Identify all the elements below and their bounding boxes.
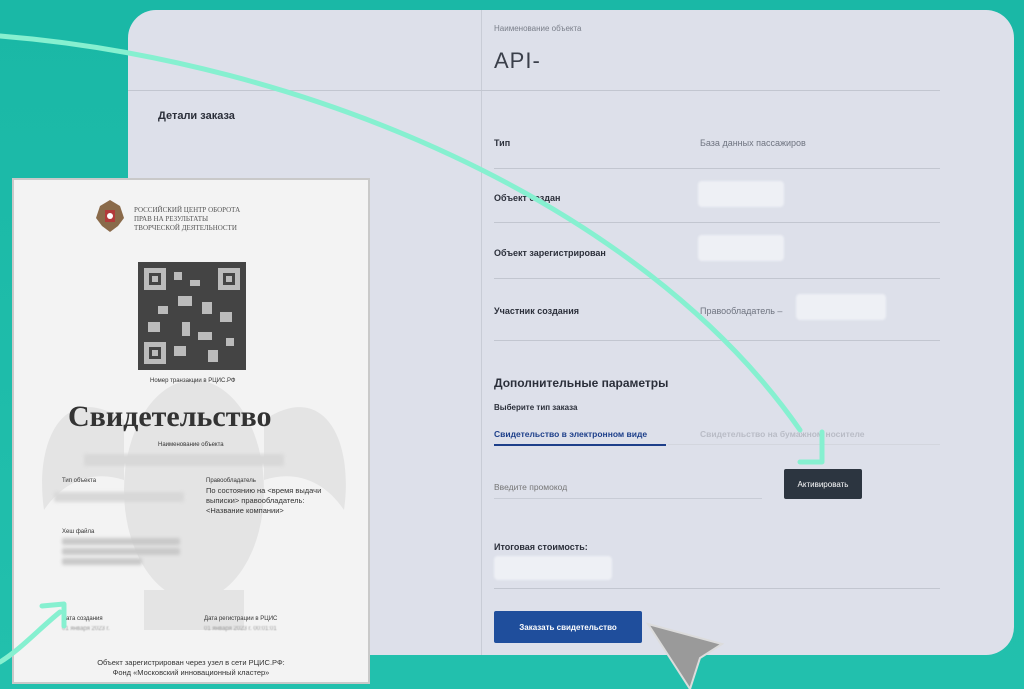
total-divider <box>494 588 940 589</box>
row-participant-hidden <box>796 294 886 320</box>
order-details-title: Детали заказа <box>158 110 235 122</box>
object-name-value: API- <box>494 48 541 73</box>
reg-number-label: Номер транзакции в РЦИС.РФ <box>150 378 236 384</box>
row-registered-value-hidden <box>698 235 784 261</box>
cert-created-label: Дата создания <box>62 616 103 622</box>
order-type-label: Выберите тип заказа <box>494 403 578 412</box>
cert-created-value: 01 января 2023 г. <box>62 626 110 632</box>
certificate-preview: РОССИЙСКИЙ ЦЕНТР ОБОРОТА ПРАВ НА РЕЗУЛЬТ… <box>12 178 370 684</box>
row-participant-label: Участник создания <box>494 306 580 316</box>
total-value-hidden <box>494 556 612 580</box>
tabs-baseline <box>668 444 940 445</box>
total-label: Итоговая стоимость: <box>494 542 588 552</box>
row-registered-label: Объект зарегистрирован <box>494 248 606 258</box>
object-name-label: Наименование объекта <box>494 24 582 33</box>
order-certificate-button[interactable]: Заказать свидетельство <box>494 611 642 643</box>
row-divider <box>494 278 940 279</box>
cert-holder-text: По состоянию на <время выдачи выписки> п… <box>206 486 322 515</box>
cert-footer-line-1: Объект зарегистрирован через узел в сети… <box>97 658 285 667</box>
cert-hash-label: Хеш файла <box>62 529 95 535</box>
active-tab-indicator <box>494 444 666 446</box>
qr-code <box>138 262 246 370</box>
cert-hash-line <box>62 548 180 555</box>
cert-object-name-label: Наименование объекта <box>158 442 224 448</box>
row-type-value: База данных пассажиров <box>700 138 806 148</box>
row-created-label: Объект создан <box>494 193 561 203</box>
cert-registered-label: Дата регистрации в РЦИС <box>204 616 278 622</box>
activate-button[interactable]: Активировать <box>784 469 862 499</box>
cert-hash-line <box>62 558 142 565</box>
cert-type-hidden <box>54 492 184 502</box>
tab-paper[interactable]: Свидетельство на бумажном носителе <box>700 429 865 439</box>
org-line-2: ПРАВ НА РЕЗУЛЬТАТЫ <box>134 215 209 223</box>
cert-footer-line-2: Фонд «Московский инновационный кластер» <box>112 668 270 677</box>
row-type-label: Тип <box>494 138 511 148</box>
org-name: РОССИЙСКИЙ ЦЕНТР ОБОРОТА ПРАВ НА РЕЗУЛЬТ… <box>134 206 240 233</box>
extra-params-title: Дополнительные параметры <box>494 376 669 390</box>
vertical-divider <box>481 10 482 655</box>
certificate-title: Свидетельство <box>68 400 272 433</box>
promo-code-input[interactable] <box>494 476 762 499</box>
header-divider <box>128 90 940 91</box>
cert-object-name-hidden <box>84 454 284 466</box>
cert-type-label: Тип объекта <box>62 478 97 484</box>
cert-holder-label: Правообладатель <box>206 478 256 484</box>
row-created-value-hidden <box>698 181 784 207</box>
cert-hash-line <box>62 538 180 545</box>
row-divider <box>494 222 940 223</box>
org-line-1: РОССИЙСКИЙ ЦЕНТР ОБОРОТА <box>134 206 241 214</box>
cert-footer: Объект зарегистрирован через узел в сети… <box>14 658 368 678</box>
row-divider <box>494 340 940 341</box>
row-divider <box>494 168 940 169</box>
coat-of-arms-icon <box>96 200 124 232</box>
org-line-3: ТВОРЧЕСКОЙ ДЕЯТЕЛЬНОСТИ <box>134 224 237 232</box>
qr-code-icon <box>138 262 246 370</box>
row-participant-value: Правообладатель – <box>700 306 783 316</box>
cert-registered-value: 01 января 2023 г. 00:01:01 <box>204 626 277 632</box>
tab-electronic[interactable]: Свидетельство в электронном виде <box>494 429 647 439</box>
